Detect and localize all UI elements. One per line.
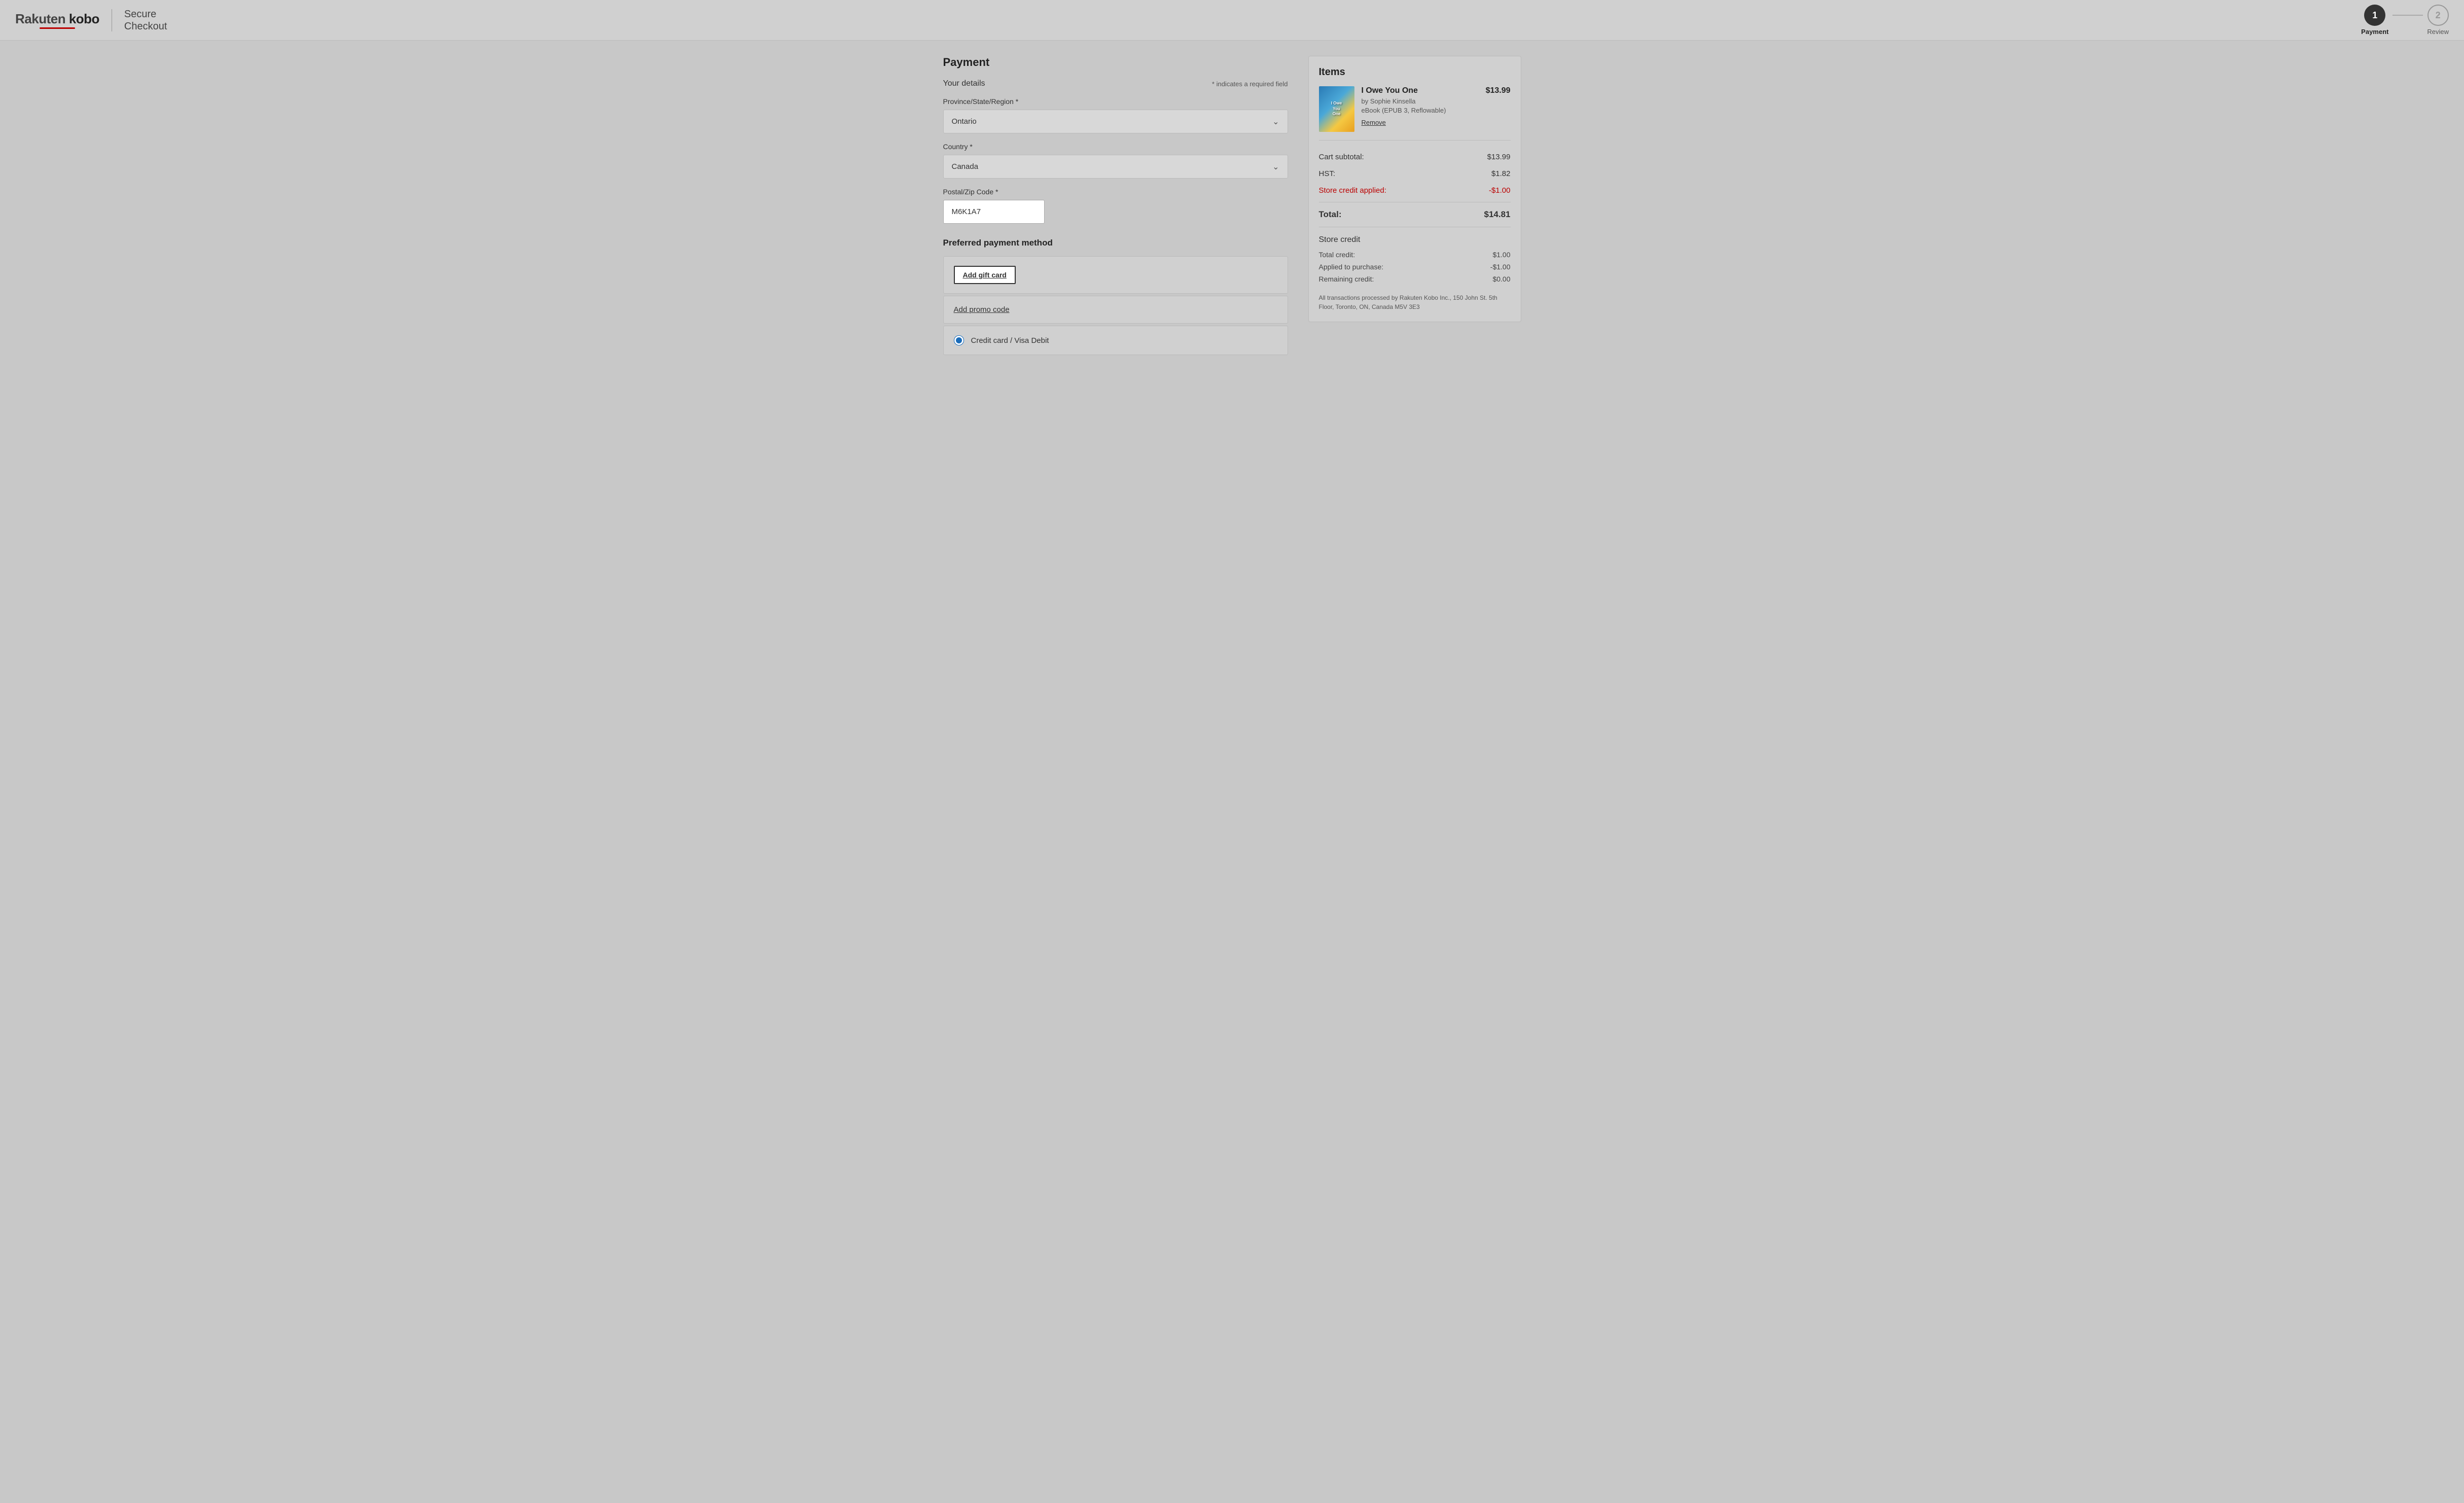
postal-input[interactable]	[943, 200, 1045, 224]
book-info: I Owe You One by Sophie Kinsella eBook (…	[1362, 86, 1486, 127]
checkout-steps: 1 Payment 2 Review	[2361, 5, 2449, 36]
step-payment: 1 Payment	[2361, 5, 2388, 36]
total-credit-value: $1.00	[1492, 251, 1510, 259]
cart-subtotal-label: Cart subtotal:	[1319, 153, 1364, 161]
applied-to-purchase-label: Applied to purchase:	[1319, 263, 1384, 271]
total-credit-row: Total credit: $1.00	[1319, 249, 1511, 261]
payment-method-title: Preferred payment method	[943, 238, 1288, 248]
payment-panel: Payment Your details * indicates a requi…	[943, 56, 1288, 355]
items-panel: Items I OweYouOne I Owe You One by Sophi…	[1308, 56, 1521, 355]
transactions-note: All transactions processed by Rakuten Ko…	[1319, 293, 1511, 311]
items-section: Items I OweYouOne I Owe You One by Sophi…	[1308, 56, 1521, 322]
step-review: 2 Review	[2427, 5, 2449, 36]
total-value: $14.81	[1484, 209, 1511, 220]
credit-card-label: Credit card / Visa Debit	[971, 336, 1049, 345]
step-2-circle: 2	[2427, 5, 2449, 26]
book-remove-link[interactable]: Remove	[1362, 119, 1386, 126]
province-select[interactable]: Ontario	[944, 110, 1288, 133]
main-content: Payment Your details * indicates a requi…	[928, 41, 1537, 370]
remaining-credit-value: $0.00	[1492, 275, 1510, 283]
book-cover-image: I OweYouOne	[1319, 86, 1354, 132]
applied-to-purchase-row: Applied to purchase: -$1.00	[1319, 261, 1511, 273]
your-details-label: Your details	[943, 79, 985, 88]
add-gift-card-button[interactable]: Add gift card	[954, 266, 1016, 284]
logo-kobo-word: kobo	[69, 11, 99, 26]
logo-area: Rakuten kobo	[15, 11, 99, 29]
store-credit-applied-label: Store credit applied:	[1319, 186, 1386, 195]
hst-label: HST:	[1319, 169, 1336, 178]
book-details-row: I Owe You One by Sophie Kinsella eBook (…	[1362, 86, 1511, 132]
store-credit-section-title: Store credit	[1319, 235, 1511, 244]
province-label: Province/State/Region *	[943, 97, 1288, 106]
gift-card-section: Add gift card	[943, 256, 1288, 294]
step-connector	[2392, 15, 2423, 16]
hst-value: $1.82	[1491, 169, 1511, 178]
total-credit-label: Total credit:	[1319, 251, 1355, 259]
book-price: $13.99	[1486, 86, 1511, 95]
step-1-circle: 1	[2364, 5, 2385, 26]
checkout-title: Secure Checkout	[124, 8, 167, 32]
items-section-title: Items	[1319, 66, 1511, 78]
header: Rakuten kobo Secure Checkout 1 Payment 2…	[0, 0, 2464, 41]
step-2-label: Review	[2427, 28, 2449, 36]
applied-to-purchase-value: -$1.00	[1490, 263, 1511, 271]
postal-label: Postal/Zip Code *	[943, 188, 1288, 196]
book-title: I Owe You One	[1362, 86, 1486, 95]
logo-underline	[40, 27, 75, 29]
your-details-header: Your details * indicates a required fiel…	[943, 79, 1288, 88]
rakuten-kobo-logo: Rakuten kobo	[15, 11, 99, 29]
logo-rakuten-text: Rakuten	[15, 11, 65, 26]
hst-row: HST: $1.82	[1319, 165, 1511, 182]
promo-code-section: Add promo code	[943, 296, 1288, 324]
province-select-wrapper[interactable]: Ontario ⌄	[943, 110, 1288, 133]
cart-subtotal-row: Cart subtotal: $13.99	[1319, 149, 1511, 165]
country-select-wrapper[interactable]: Canada ⌄	[943, 155, 1288, 179]
remaining-credit-row: Remaining credit: $0.00	[1319, 273, 1511, 285]
required-field-note: * indicates a required field	[1212, 80, 1288, 88]
book-cover-text: I OweYouOne	[1329, 99, 1344, 119]
cart-subtotal-value: $13.99	[1487, 153, 1511, 161]
add-promo-code-link[interactable]: Add promo code	[954, 305, 1010, 314]
credit-card-radio[interactable]	[954, 335, 964, 345]
step-1-label: Payment	[2361, 28, 2388, 36]
store-credit-applied-row: Store credit applied: -$1.00	[1319, 182, 1511, 199]
book-format: eBook (EPUB 3, Reflowable)	[1362, 107, 1486, 114]
country-select[interactable]: Canada	[944, 155, 1288, 178]
total-row: Total: $14.81	[1319, 205, 1511, 224]
total-label: Total:	[1319, 209, 1342, 220]
remaining-credit-label: Remaining credit:	[1319, 275, 1374, 283]
book-author: by Sophie Kinsella	[1362, 97, 1486, 105]
credit-card-section: Credit card / Visa Debit	[943, 326, 1288, 355]
store-credit-applied-value: -$1.00	[1489, 186, 1511, 195]
book-item: I OweYouOne I Owe You One by Sophie Kins…	[1319, 86, 1511, 141]
country-label: Country *	[943, 143, 1288, 151]
payment-section-title: Payment	[943, 56, 1288, 69]
